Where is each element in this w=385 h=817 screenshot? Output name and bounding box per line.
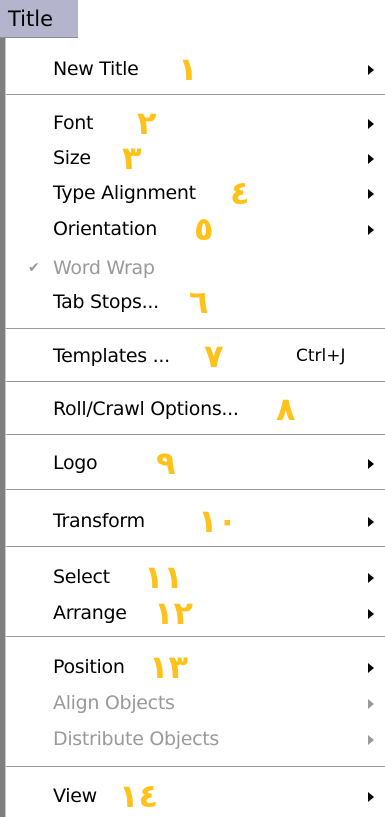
annotation-number: ١٠ xyxy=(198,502,238,540)
menu-separator xyxy=(6,546,385,548)
menu-item-position[interactable]: Position ١٣ xyxy=(6,649,385,685)
annotation-number: ١٢ xyxy=(154,594,194,632)
title-dropdown-menu: New Title ١ Font ٢ Size ٣ Type Alignment… xyxy=(6,38,385,817)
menu-item-logo[interactable]: Logo ٩ xyxy=(6,445,385,481)
submenu-arrow-icon xyxy=(368,609,374,619)
menu-item-label: Font xyxy=(53,112,94,134)
menu-item-label: Arrange xyxy=(53,602,127,624)
annotation-number: ٦ xyxy=(189,283,209,321)
menu-item-label: Align Objects xyxy=(53,692,175,714)
menu-item-label: View xyxy=(53,785,97,807)
submenu-arrow-icon xyxy=(368,735,374,745)
menu-item-word-wrap[interactable]: ✔ Word Wrap xyxy=(6,250,385,286)
annotation-number: ١ xyxy=(178,50,198,88)
menu-separator xyxy=(6,434,385,436)
menu-item-orientation[interactable]: Orientation ٥ xyxy=(6,211,385,247)
menu-item-label: Transform xyxy=(53,510,145,532)
menu-item-new-title[interactable]: New Title ١ xyxy=(6,51,385,87)
menu-separator xyxy=(6,94,385,96)
submenu-arrow-icon xyxy=(368,699,374,709)
annotation-number: ١٣ xyxy=(149,648,189,686)
submenu-arrow-icon xyxy=(368,225,374,235)
submenu-arrow-icon xyxy=(368,119,374,129)
menu-item-templates[interactable]: Templates ... ٧ Ctrl+J xyxy=(6,338,385,374)
annotation-number: ٧ xyxy=(204,337,224,375)
menu-item-label: Logo xyxy=(53,452,98,474)
menu-item-tab-stops[interactable]: Tab Stops... ٦ xyxy=(6,284,385,320)
menu-separator xyxy=(6,766,385,768)
menu-item-label: Templates ... xyxy=(53,345,170,367)
menu-item-roll-crawl-options[interactable]: Roll/Crawl Options... ٨ xyxy=(6,391,385,427)
submenu-arrow-icon xyxy=(368,517,374,527)
menu-title[interactable]: Title xyxy=(0,0,78,38)
submenu-arrow-icon xyxy=(368,663,374,673)
submenu-arrow-icon xyxy=(368,189,374,199)
menu-item-align-objects[interactable]: Align Objects xyxy=(6,685,385,721)
annotation-number: ٥ xyxy=(194,210,214,248)
menu-item-view[interactable]: View ١٤ xyxy=(6,778,385,814)
menu-item-label: Word Wrap xyxy=(53,257,155,279)
menu-item-label: Roll/Crawl Options... xyxy=(53,398,239,420)
menu-item-label: Position xyxy=(53,656,125,678)
menu-item-distribute-objects[interactable]: Distribute Objects xyxy=(6,721,385,757)
annotation-number: ٩ xyxy=(156,444,176,482)
menu-item-select[interactable]: Select ١١ xyxy=(6,559,385,595)
shortcut-text: Ctrl+J xyxy=(296,346,346,366)
menu-separator xyxy=(6,328,385,330)
menu-item-type-alignment[interactable]: Type Alignment ٤ xyxy=(6,175,385,211)
menu-item-label: Type Alignment xyxy=(53,182,196,204)
menu-item-label: Tab Stops... xyxy=(53,291,159,313)
annotation-number: ٨ xyxy=(276,390,296,428)
annotation-number: ٢ xyxy=(137,104,157,142)
annotation-number: ٣ xyxy=(122,139,142,177)
submenu-arrow-icon xyxy=(368,459,374,469)
submenu-arrow-icon xyxy=(368,154,374,164)
annotation-number: ١١ xyxy=(144,558,184,596)
menu-item-size[interactable]: Size ٣ xyxy=(6,140,385,176)
submenu-arrow-icon xyxy=(368,792,374,802)
menu-item-font[interactable]: Font ٢ xyxy=(6,105,385,141)
menu-item-label: Orientation xyxy=(53,218,157,240)
menu-item-label: Select xyxy=(53,566,110,588)
menu-separator xyxy=(6,636,385,638)
submenu-arrow-icon xyxy=(368,573,374,583)
annotation-number: ٤ xyxy=(230,174,250,212)
menu-item-label: Size xyxy=(53,147,91,169)
menu-item-label: Distribute Objects xyxy=(53,728,220,750)
checkmark-icon: ✔ xyxy=(28,260,40,276)
menu-item-label: New Title xyxy=(53,58,139,80)
menu-item-arrange[interactable]: Arrange ١٢ xyxy=(6,595,385,631)
menu-separator xyxy=(6,489,385,491)
menu-separator xyxy=(6,381,385,383)
submenu-arrow-icon xyxy=(368,65,374,75)
menu-item-transform[interactable]: Transform ١٠ xyxy=(6,503,385,539)
annotation-number: ١٤ xyxy=(119,777,159,815)
